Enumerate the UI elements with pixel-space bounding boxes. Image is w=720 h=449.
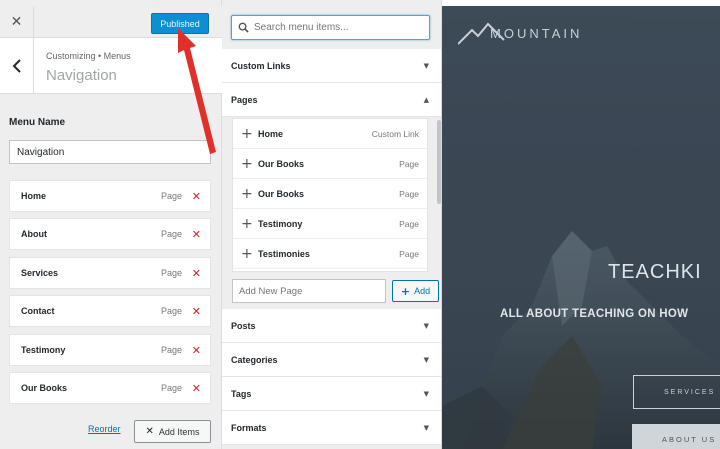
add-page-button[interactable]: + Add: [392, 280, 439, 302]
menu-item-home[interactable]: Home Page ✕: [9, 180, 211, 212]
menu-item-type: Page: [160, 229, 182, 239]
section-title: Posts: [231, 320, 256, 331]
customizer-header: ✕ Published: [0, 6, 222, 38]
menu-item-title: Services: [21, 268, 59, 278]
add-items-label: Add Items: [158, 426, 200, 437]
remove-icon[interactable]: ✕: [192, 344, 201, 357]
close-icon: ✕: [145, 426, 154, 437]
page-title: Home: [258, 128, 284, 139]
hero-title: TEACHKI: [608, 261, 702, 283]
section-title: Formats: [231, 422, 267, 433]
reorder-link[interactable]: Reorder: [88, 424, 121, 434]
page-title: Testimony: [258, 218, 303, 229]
pages-scrollbar[interactable]: [437, 120, 441, 204]
section-pages[interactable]: Pages ▲: [222, 83, 441, 117]
plus-icon: +: [241, 215, 253, 232]
caret-down-icon: ▼: [423, 321, 429, 330]
services-button[interactable]: SERVICES: [633, 375, 720, 409]
plus-icon: +: [400, 284, 411, 298]
customizer-sidebar: ✕ Published Customizing • Menus Navigati…: [0, 0, 222, 449]
section-title: Categories: [231, 354, 278, 365]
about-us-button[interactable]: ABOUT US: [632, 424, 720, 449]
section-posts[interactable]: Posts ▼: [222, 309, 441, 343]
section-categories[interactable]: Categories ▼: [222, 343, 441, 377]
page-title: Testimonies: [258, 248, 310, 259]
menu-item-testimony[interactable]: Testimony Page ✕: [9, 334, 211, 366]
page-type: Page: [399, 218, 419, 229]
menu-name-input[interactable]: [9, 140, 211, 164]
menu-item-title: Our Books: [21, 383, 68, 393]
section-title: Pages: [231, 94, 258, 105]
pages-list: + Home Custom Link + Our Books Page + Ou…: [232, 118, 428, 272]
plus-icon: +: [241, 245, 253, 262]
page-row-home[interactable]: + Home Custom Link: [233, 119, 427, 149]
menu-item-type: Page: [160, 191, 182, 201]
menu-item-our-books[interactable]: Our Books Page ✕: [9, 372, 211, 404]
remove-icon[interactable]: ✕: [192, 305, 201, 318]
add-page-label: Add: [414, 286, 431, 296]
page-row-our-books[interactable]: + Our Books Page: [233, 179, 427, 209]
page-row-testimony[interactable]: + Testimony Page: [233, 209, 427, 239]
plus-icon: +: [241, 125, 253, 142]
remove-icon[interactable]: ✕: [192, 228, 201, 241]
close-icon: ✕: [10, 14, 23, 30]
page-row-testimonies[interactable]: + Testimonies Page: [233, 239, 427, 269]
menu-item-type: Page: [160, 306, 182, 316]
caret-down-icon: ▼: [423, 389, 429, 398]
section-custom-links[interactable]: Custom Links ▼: [222, 49, 441, 83]
section-title: Custom Links: [231, 60, 291, 71]
menu-item-title: Contact: [21, 306, 55, 316]
page-title: Our Books: [258, 188, 305, 199]
page-row-our-books[interactable]: + Our Books Page: [233, 149, 427, 179]
section-title: Navigation: [46, 67, 117, 84]
section-header: Customizing • Menus Navigation: [0, 38, 222, 94]
publish-button[interactable]: Published: [151, 13, 209, 34]
caret-down-icon: ▼: [423, 423, 429, 432]
add-items-button[interactable]: ✕ Add Items: [134, 420, 211, 443]
back-button[interactable]: [0, 38, 34, 94]
page-type: Page: [399, 248, 419, 259]
menu-item-type: Page: [160, 345, 182, 355]
site-logo-text: MOUNTAIN: [490, 26, 583, 41]
site-preview[interactable]: MOUNTAIN TEACHKI ALL ABOUT TEACHING ON H…: [442, 6, 720, 449]
caret-down-icon: ▼: [423, 61, 429, 70]
menu-item-contact[interactable]: Contact Page ✕: [9, 295, 211, 327]
close-button[interactable]: ✕: [0, 6, 34, 38]
menu-item-title: About: [21, 229, 47, 239]
menu-item-title: Home: [21, 191, 47, 201]
add-new-page-input[interactable]: [232, 279, 386, 303]
plus-icon: +: [241, 185, 253, 202]
menu-name-label: Menu Name: [9, 117, 66, 128]
menu-item-title: Testimony: [21, 345, 66, 355]
chevron-left-icon: [12, 59, 21, 73]
menu-item-type: Page: [160, 268, 182, 278]
menu-item-about[interactable]: About Page ✕: [9, 218, 211, 250]
section-title: Tags: [231, 388, 252, 399]
caret-down-icon: ▼: [423, 355, 429, 364]
menu-item-services[interactable]: Services Page ✕: [9, 257, 211, 289]
page-title: Our Books: [258, 158, 305, 169]
page-type: Page: [399, 158, 419, 169]
remove-icon[interactable]: ✕: [192, 267, 201, 280]
remove-icon[interactable]: ✕: [192, 382, 201, 395]
section-formats[interactable]: Formats ▼: [222, 411, 441, 445]
search-input[interactable]: [254, 22, 424, 33]
section-tags[interactable]: Tags ▼: [222, 377, 441, 411]
caret-up-icon: ▲: [423, 95, 429, 104]
search-box[interactable]: [231, 15, 430, 40]
page-type: Custom Link: [371, 128, 419, 139]
page-type: Page: [399, 188, 419, 199]
breadcrumb: Customizing • Menus: [46, 51, 131, 61]
plus-icon: +: [241, 155, 253, 172]
search-icon: [238, 22, 249, 33]
remove-icon[interactable]: ✕: [192, 190, 201, 203]
hero-subtitle: ALL ABOUT TEACHING ON HOW: [500, 308, 689, 320]
menu-item-type: Page: [160, 383, 182, 393]
